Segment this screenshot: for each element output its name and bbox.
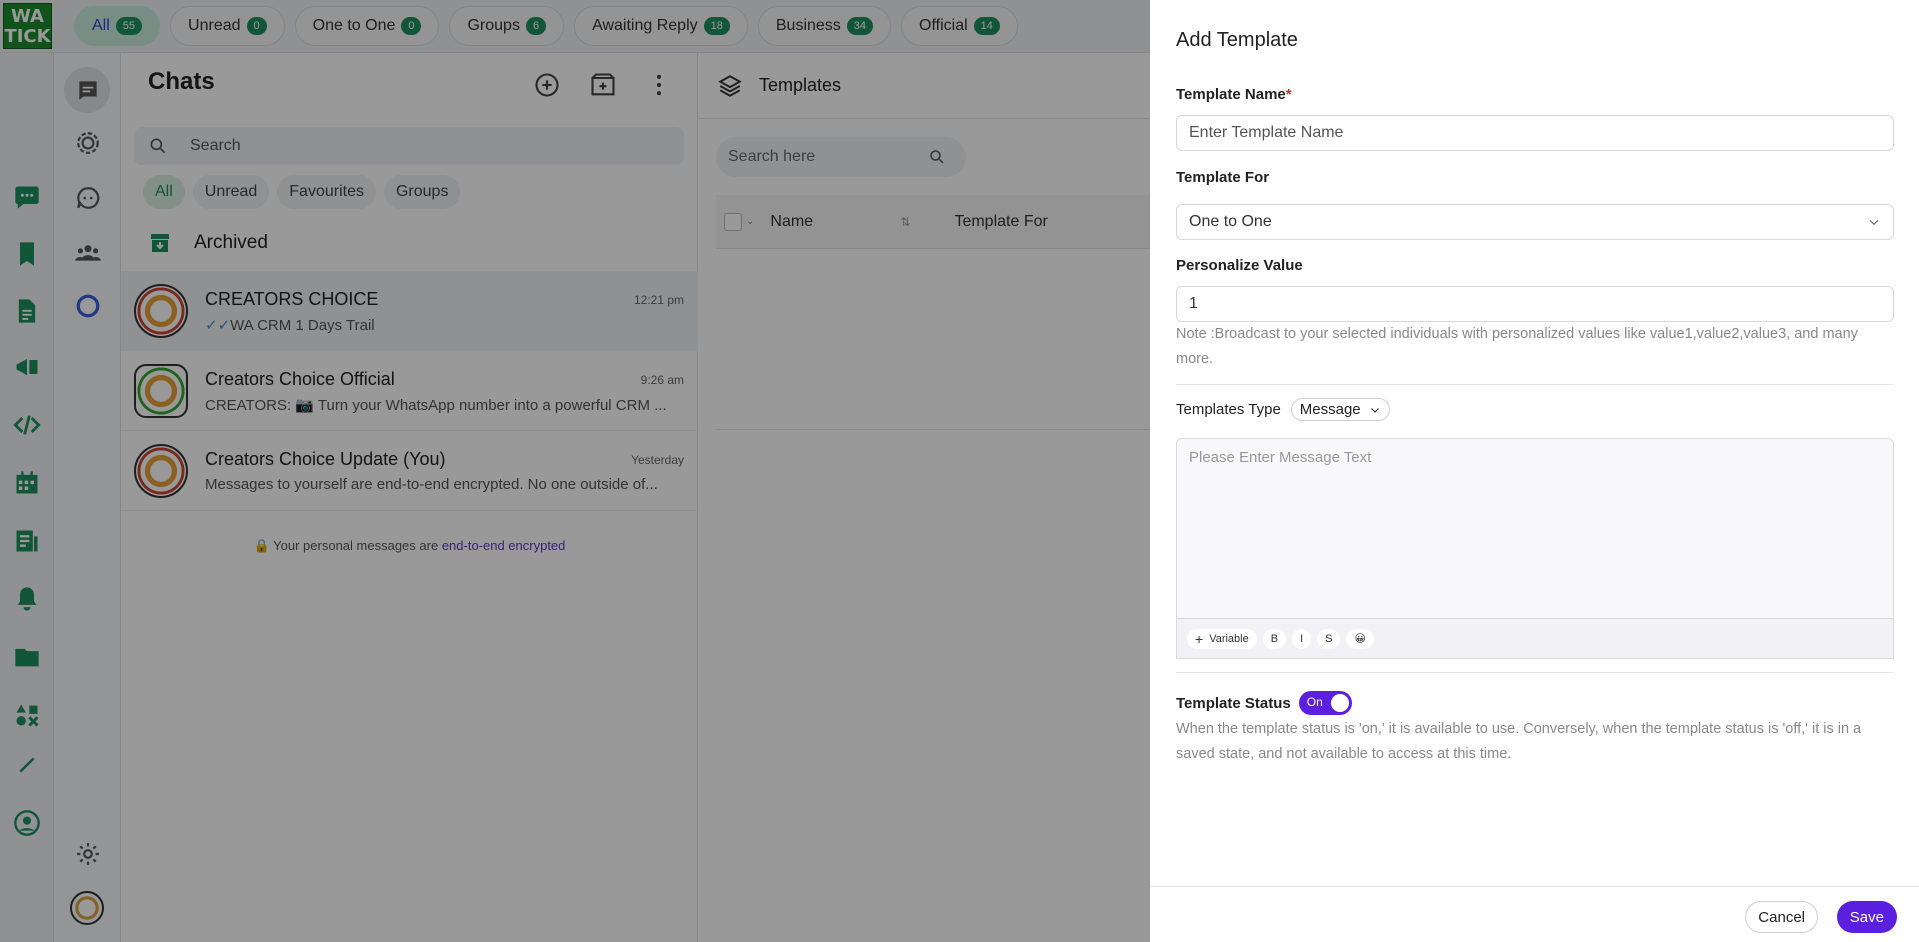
add-template-drawer: Add Template Template Name* Template For…: [1150, 0, 1919, 942]
template-name-label: Template Name*: [1176, 86, 1292, 103]
template-for-value: One to One: [1189, 213, 1272, 230]
personalize-note: Note :Broadcast to your selected individ…: [1176, 326, 1858, 367]
modal-backdrop[interactable]: [0, 0, 1150, 942]
templates-type-row: Templates Type Message: [1176, 398, 1390, 421]
section-divider: [1176, 384, 1894, 385]
toggle-knob: [1330, 694, 1349, 712]
section-divider: [1176, 672, 1894, 673]
personalize-input[interactable]: [1189, 295, 1869, 313]
toggle-label: On: [1306, 695, 1323, 709]
template-name-input[interactable]: [1189, 124, 1869, 142]
strikethrough-button[interactable]: S: [1317, 628, 1341, 649]
format-toolbar: + Variable B I S 😀: [1176, 619, 1894, 659]
personalize-label: Personalize Value: [1176, 257, 1303, 274]
template-name-field: [1176, 115, 1894, 151]
template-status-note: When the template status is 'on,' it is …: [1176, 721, 1862, 762]
bold-button[interactable]: B: [1262, 628, 1287, 649]
template-status-toggle[interactable]: On: [1298, 691, 1352, 715]
template-for-select[interactable]: One to One: [1176, 204, 1894, 240]
cancel-button[interactable]: Cancel: [1745, 901, 1818, 933]
drawer-footer: Cancel Save: [1150, 886, 1919, 942]
required-asterisk: *: [1285, 86, 1292, 103]
save-button[interactable]: Save: [1836, 901, 1897, 933]
templates-type-value: Message: [1299, 401, 1361, 418]
add-variable-label: Variable: [1209, 632, 1249, 645]
message-editor: [1176, 438, 1894, 619]
drawer-title: Add Template: [1176, 29, 1298, 51]
personalize-field: [1176, 286, 1894, 322]
templates-type-dropdown[interactable]: Message: [1290, 398, 1390, 421]
chevron-down-icon: [1869, 219, 1879, 226]
chevron-down-icon: [1370, 407, 1379, 413]
template-status-row: Template Status On: [1176, 691, 1352, 715]
template-status-label: Template Status: [1176, 694, 1291, 712]
app-root: WA TICK All 55 Unread 0 One to One 0 Groups…: [0, 0, 1919, 942]
template-name-label-text: Template Name: [1176, 86, 1286, 103]
templates-type-label: Templates Type: [1176, 401, 1281, 418]
add-variable-button[interactable]: + Variable: [1187, 628, 1257, 649]
message-textarea[interactable]: [1177, 439, 1893, 618]
plus-icon: +: [1195, 630, 1204, 647]
italic-button[interactable]: I: [1292, 628, 1312, 649]
template-for-label: Template For: [1176, 169, 1270, 186]
emoji-button[interactable]: 😀: [1346, 628, 1374, 649]
